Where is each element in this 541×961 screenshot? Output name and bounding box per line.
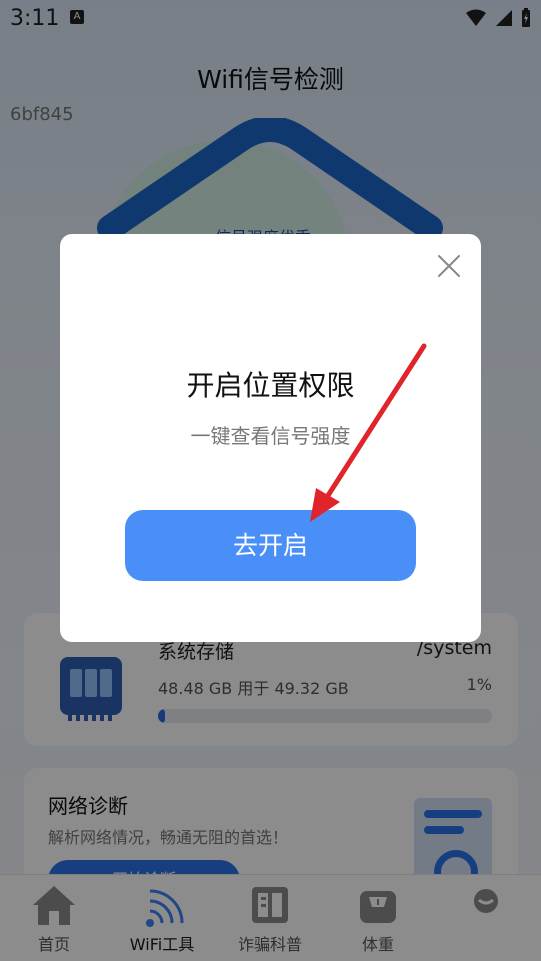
close-icon[interactable] xyxy=(435,252,463,280)
annotation-arrow xyxy=(310,343,427,522)
